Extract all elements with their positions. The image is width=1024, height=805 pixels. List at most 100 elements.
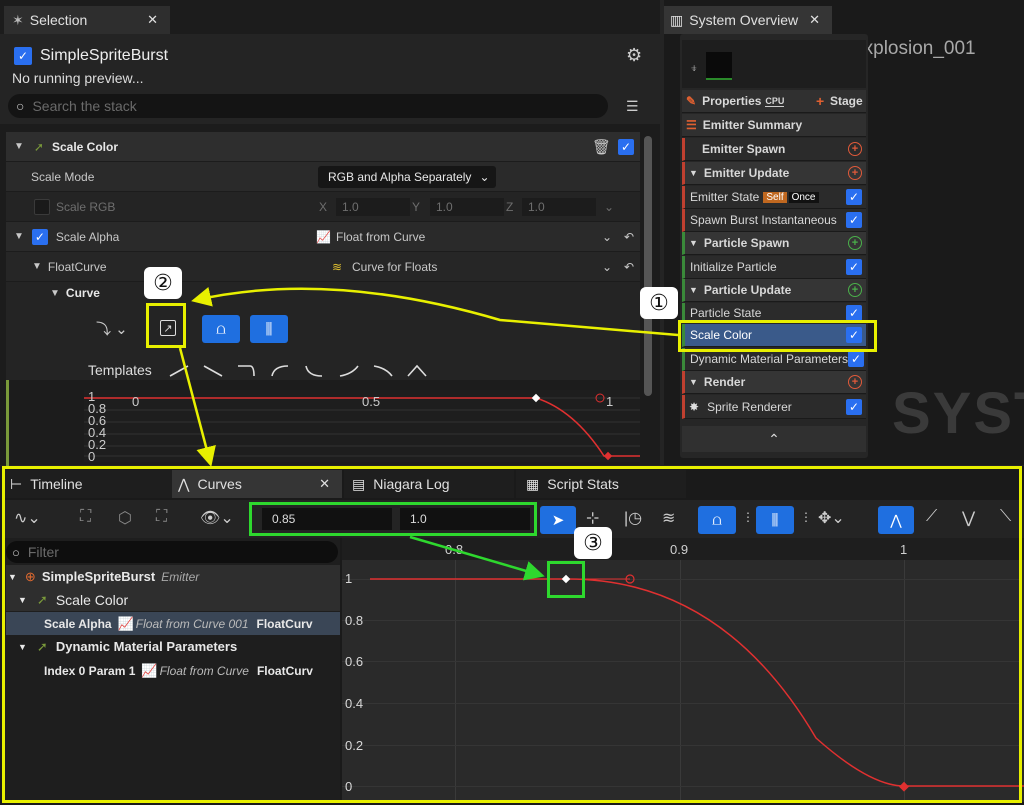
emitter-update-label: Emitter Update	[703, 166, 790, 180]
add-module-icon[interactable]: +	[848, 166, 862, 180]
tab-system-overview[interactable]: ▥ System Overview ✕	[664, 6, 832, 34]
collapse-icon[interactable]: ▼	[14, 231, 24, 242]
snap-time-button[interactable]: ⫼	[250, 315, 288, 343]
render-row[interactable]: ▼ Render +	[682, 371, 866, 394]
curve-ops-dropdown[interactable]: ⤵ ⌄	[96, 318, 128, 339]
gear-icon[interactable]: ⚙	[626, 45, 642, 66]
reset-icon[interactable]: ↶	[624, 230, 634, 244]
trash-icon[interactable]: 🗑	[592, 138, 611, 156]
add-stage-icon: +	[816, 93, 825, 109]
preview-status: No running preview...	[12, 70, 144, 86]
render-label: Render	[703, 375, 746, 389]
mini-x-05: 0.5	[362, 394, 381, 409]
particle-state-label: Particle State	[690, 305, 762, 320]
chevron-down-icon[interactable]: ⌄	[602, 230, 612, 244]
collapse-node-button[interactable]: ⌃	[682, 426, 866, 452]
particle-state-checkbox[interactable]: ✓	[846, 304, 862, 321]
scale-alpha-checkbox[interactable]: ✓	[31, 228, 48, 245]
y-input[interactable]: 1.0	[430, 197, 504, 216]
chevron-down-icon: ⌄	[479, 169, 490, 184]
highlight-key-inputs	[249, 502, 537, 536]
floatcurve-value[interactable]: Curve for Floats	[352, 260, 437, 274]
sprite-renderer-row[interactable]: ✸ Sprite Renderer ✓	[682, 395, 866, 419]
emitter-state-row[interactable]: Emitter State Self Once ✓	[682, 186, 866, 209]
search-icon: ○	[16, 98, 25, 114]
scale-rgb-checkbox[interactable]	[34, 198, 50, 215]
stack-row-scale-rgb: Scale RGB X 1.0 Y 1.0 Z 1.0 ⌄	[6, 192, 640, 222]
scale-color-checkbox[interactable]: ✓	[618, 138, 634, 155]
dynamic-params-checkbox[interactable]: ✓	[848, 351, 864, 367]
self-badge: Self	[763, 191, 787, 203]
emitter-enable-checkbox[interactable]: ✓	[14, 47, 32, 65]
filter-icon[interactable]: ☰	[626, 98, 639, 115]
sprite-renderer-checkbox[interactable]: ✓	[846, 398, 862, 415]
curve-label: Curve	[65, 286, 100, 300]
scale-alpha-value[interactable]: Float from Curve	[336, 230, 425, 244]
emitter-summary-row[interactable]: ☰ Emitter Summary	[682, 114, 866, 137]
highlight-open-curve-button	[146, 303, 186, 348]
particle-update-row[interactable]: ▼ Particle Update +	[682, 279, 866, 302]
particle-spawn-row[interactable]: ▼ Particle Spawn +	[682, 232, 866, 255]
dynamic-params-label: Dynamic Material Parameters	[690, 352, 849, 366]
properties-label[interactable]: Properties	[702, 94, 761, 108]
sprite-icon: ✸	[689, 399, 700, 414]
collapse-icon[interactable]: ▼	[32, 261, 42, 272]
z-label: Z	[506, 199, 514, 214]
x-input[interactable]: 1.0	[336, 197, 410, 216]
stack-scrollbar[interactable]	[644, 136, 652, 396]
collapse-icon[interactable]: ▼	[689, 168, 698, 178]
collapse-icon[interactable]: ▼	[689, 238, 698, 248]
curve-icon: 📈	[316, 229, 331, 244]
scale-color-label: Scale Color	[51, 139, 118, 154]
add-module-icon[interactable]: +	[848, 142, 862, 156]
scale-rgb-label: Scale RGB	[56, 199, 116, 214]
annotation-1: ①	[640, 287, 678, 319]
spawn-burst-checkbox[interactable]: ✓	[846, 212, 862, 228]
once-badge: Once	[788, 191, 819, 203]
pencil-icon: ✎	[686, 94, 697, 108]
mini-x-1: 1	[606, 394, 614, 409]
chevron-down-icon[interactable]: ⌄	[604, 200, 614, 214]
curve-templates[interactable]	[166, 362, 436, 380]
stack-row-floatcurve: ▼ FloatCurve ≋ Curve for Floats ⌄ ↶	[6, 252, 640, 282]
z-input[interactable]: 1.0	[522, 197, 596, 216]
add-module-icon[interactable]: +	[848, 236, 862, 250]
reset-icon[interactable]: ↶	[624, 260, 634, 274]
add-module-icon[interactable]: +	[848, 283, 862, 297]
database-icon: ≋	[332, 259, 343, 274]
template-step-down	[238, 365, 255, 377]
stack-row-scale-mode: Scale Mode RGB and Alpha Separately ⌄	[6, 162, 640, 192]
template-linear-down	[203, 365, 223, 377]
system-watermark: SYST	[892, 381, 1024, 446]
search-placeholder: Search the stack	[32, 98, 137, 114]
highlight-selected-key	[547, 561, 585, 598]
system-overview-icon: ▥	[670, 11, 684, 28]
spawn-burst-row[interactable]: Spawn Burst Instantaneous ✓	[682, 209, 866, 232]
emitter-spawn-row[interactable]: Emitter Spawn +	[682, 138, 866, 161]
collapse-icon[interactable]: ▼	[50, 288, 60, 299]
initialize-particle-row[interactable]: Initialize Particle ✓	[682, 256, 866, 279]
close-icon[interactable]: ✕	[809, 12, 820, 28]
stack-row-scale-color[interactable]: ▼ ➚ Scale Color 🗑 ✓	[6, 132, 640, 162]
mini-key-end	[603, 451, 613, 461]
selection-tab-label: Selection	[29, 12, 88, 28]
particle-update-label: Particle Update	[703, 283, 792, 297]
initialize-particle-checkbox[interactable]: ✓	[846, 259, 862, 275]
emitter-update-row[interactable]: ▼ Emitter Update +	[682, 162, 866, 185]
emitter-state-label: Emitter State	[690, 190, 760, 204]
chevron-down-icon[interactable]: ⌄	[602, 260, 612, 274]
scale-mode-dropdown[interactable]: RGB and Alpha Separately ⌄	[318, 165, 496, 188]
list-icon: ☰	[686, 118, 697, 132]
stack-row-curve: ▼ Curve	[6, 282, 640, 304]
collapse-icon[interactable]: ▼	[14, 141, 24, 152]
stage-button[interactable]: Stage	[830, 94, 863, 108]
collapse-icon[interactable]: ▼	[689, 377, 698, 387]
close-icon[interactable]: ✕	[147, 12, 158, 28]
cpu-badge: CPU	[765, 95, 785, 107]
tab-selection[interactable]: ✶ Selection ✕	[4, 6, 170, 34]
add-renderer-icon[interactable]: +	[848, 375, 862, 389]
emitter-state-checkbox[interactable]: ✓	[846, 189, 862, 205]
collapse-icon[interactable]: ▼	[689, 285, 698, 295]
stack-search-input[interactable]: ○ Search the stack	[8, 94, 608, 118]
snap-value-button[interactable]: ⩍	[202, 315, 240, 343]
